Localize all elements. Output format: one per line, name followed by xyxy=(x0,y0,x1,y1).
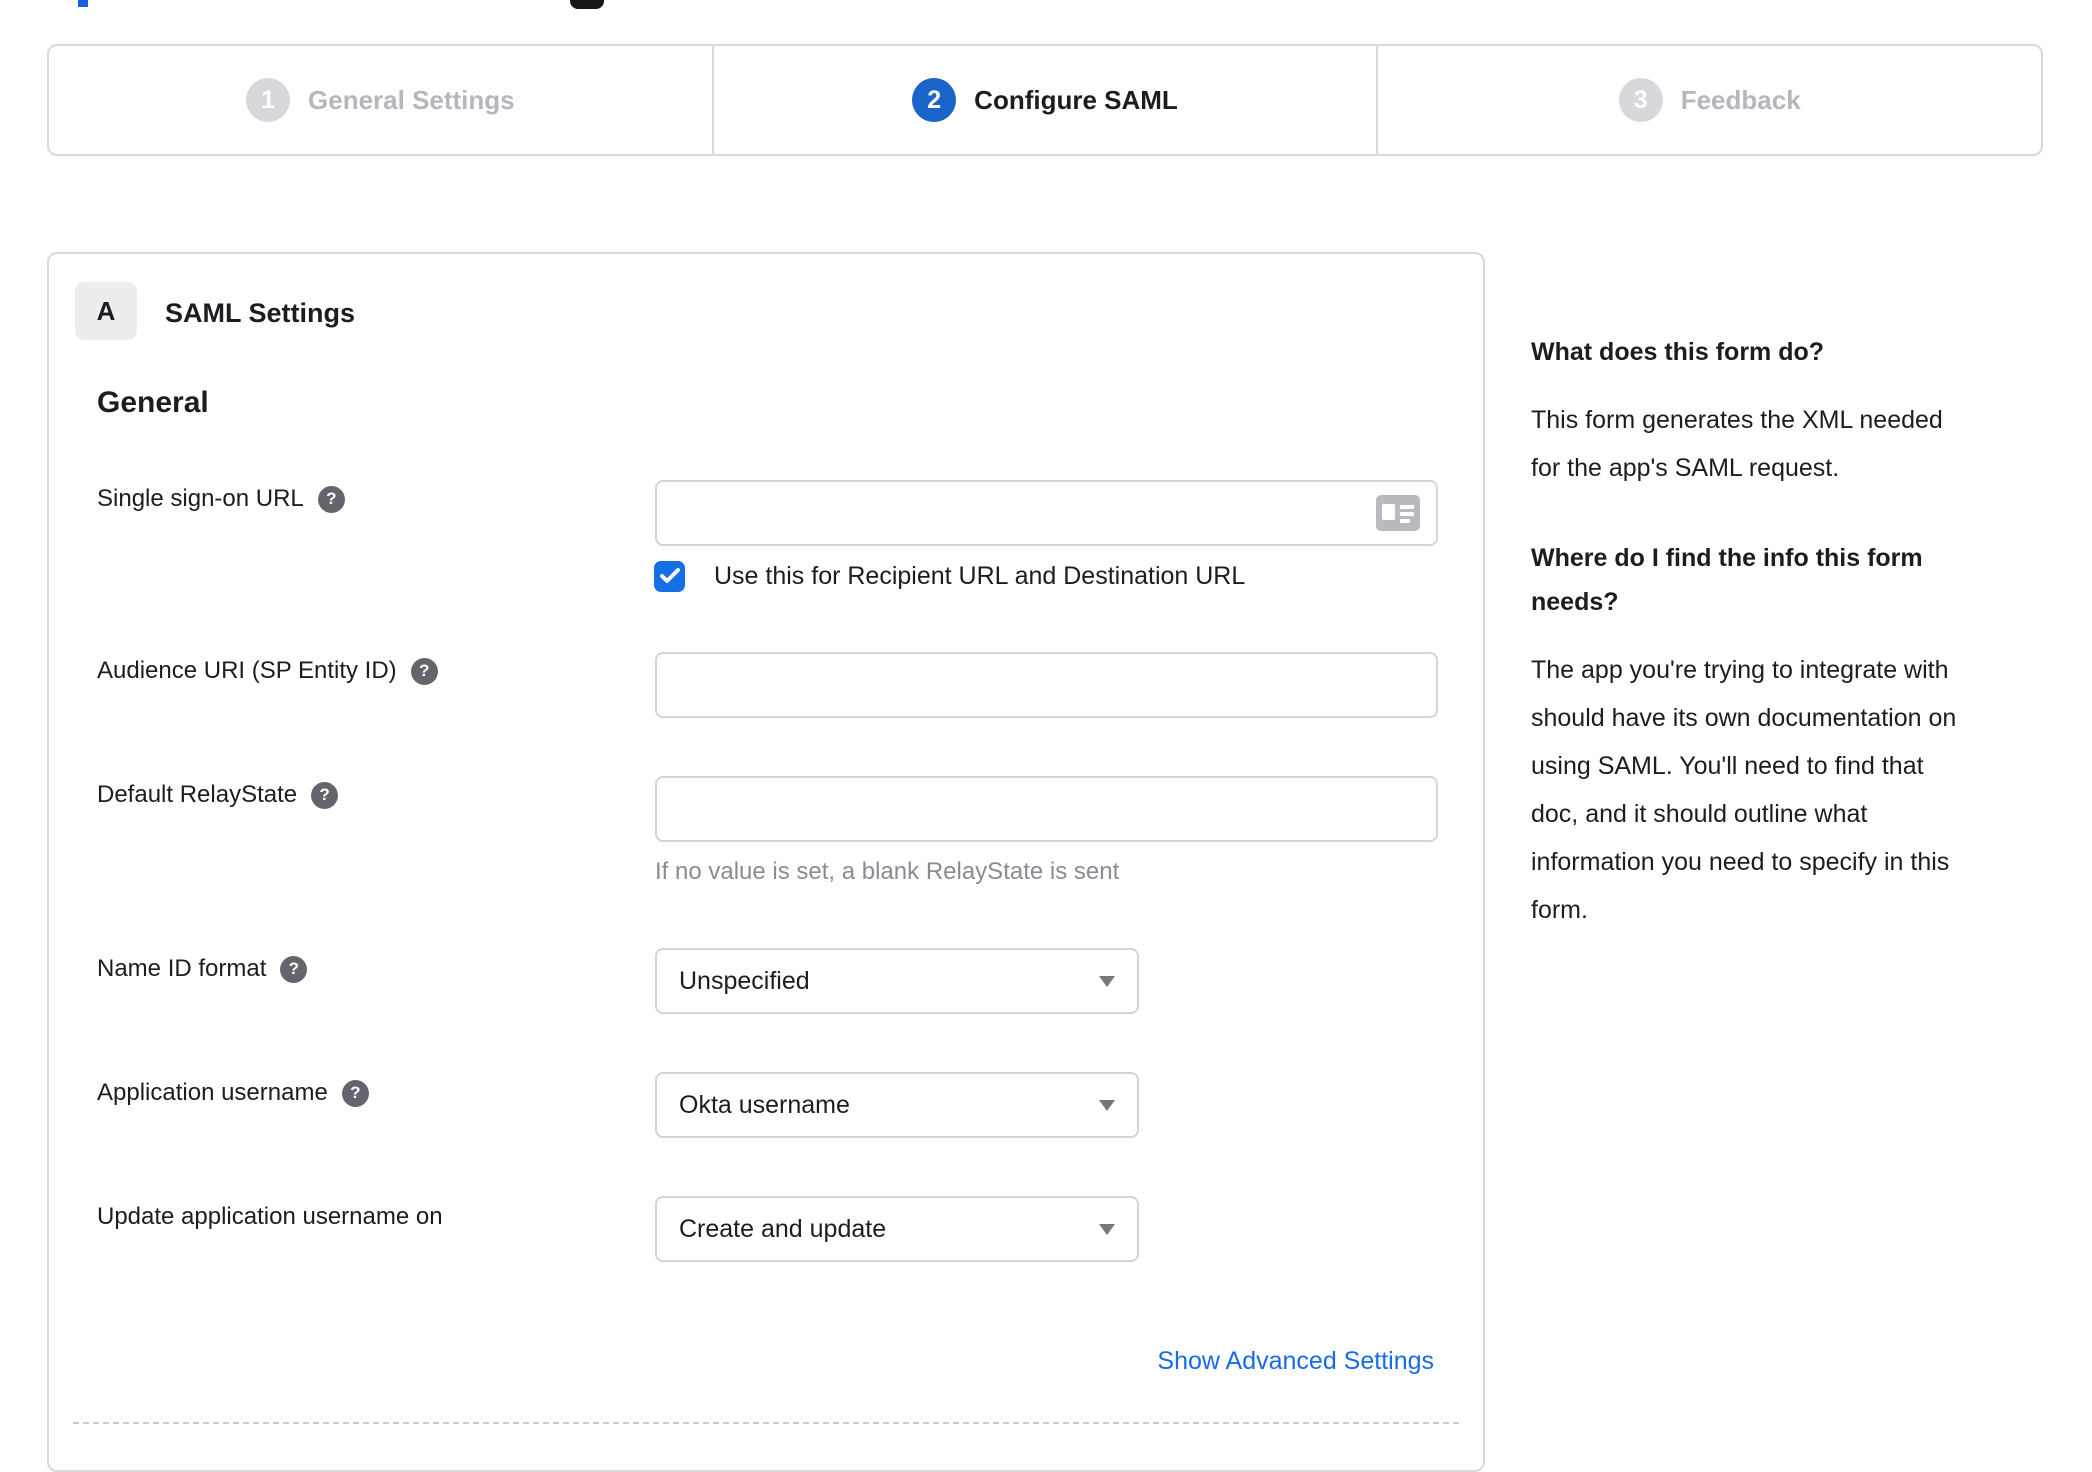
application-username-label-text: Application username xyxy=(97,1079,328,1106)
step-number-badge: 2 xyxy=(912,78,957,122)
step-number-badge: 1 xyxy=(246,78,291,122)
sso-url-input[interactable] xyxy=(657,482,1436,544)
contact-card-icon[interactable] xyxy=(1376,495,1420,531)
audience-uri-label-text: Audience URI (SP Entity ID) xyxy=(97,657,397,684)
relaystate-hint: If no value is set, a blank RelayState i… xyxy=(655,858,1120,885)
section-a-badge: A xyxy=(75,282,137,340)
audience-uri-help-icon[interactable]: ? xyxy=(410,657,438,685)
chevron-down-icon xyxy=(1099,1099,1115,1111)
clipped-blue-fragment xyxy=(78,0,88,7)
stepper-step-general-settings[interactable]: 1 General Settings xyxy=(49,46,712,154)
general-section-heading: General xyxy=(97,386,209,419)
recipient-url-checkbox[interactable] xyxy=(654,560,685,592)
step-label: Feedback xyxy=(1680,84,1801,115)
default-relaystate-input-wrap xyxy=(655,776,1438,842)
update-username-select[interactable]: Create and update xyxy=(655,1196,1139,1262)
name-id-format-label: Name ID format ? xyxy=(97,955,308,983)
step-number-badge: 3 xyxy=(1618,78,1663,122)
wizard-stepper: 1 General Settings 2 Configure SAML 3 Fe… xyxy=(47,44,2043,156)
name-id-format-help-icon[interactable]: ? xyxy=(280,955,308,983)
audience-uri-input-wrap xyxy=(655,652,1438,718)
application-username-help-icon[interactable]: ? xyxy=(341,1079,369,1107)
name-id-format-label-text: Name ID format xyxy=(97,955,267,982)
saml-settings-title: SAML Settings xyxy=(165,298,356,328)
name-id-format-select[interactable]: Unspecified xyxy=(655,948,1139,1014)
sso-url-help-icon[interactable]: ? xyxy=(317,485,345,513)
dashed-section-divider xyxy=(73,1422,1459,1424)
recipient-url-checkbox-row: Use this for Recipient URL and Destinati… xyxy=(654,559,1245,593)
clipped-app-logo-fragment xyxy=(570,0,604,9)
chevron-down-icon xyxy=(1099,1223,1115,1235)
audience-uri-input[interactable] xyxy=(657,654,1436,716)
default-relaystate-help-icon[interactable]: ? xyxy=(311,781,339,809)
help-sidebar: What does this form do? This form genera… xyxy=(1531,330,2047,978)
application-username-label: Application username ? xyxy=(97,1079,369,1107)
sidebar-paragraph-what: This form generates the XML needed for t… xyxy=(1531,406,1943,482)
saml-settings-card: A SAML Settings General Single sign-on U… xyxy=(47,252,1485,1472)
default-relaystate-label-text: Default RelayState xyxy=(97,781,298,808)
default-relaystate-input[interactable] xyxy=(657,778,1436,840)
default-relaystate-label: Default RelayState ? xyxy=(97,781,339,809)
chevron-down-icon xyxy=(1099,975,1115,987)
stepper-step-feedback[interactable]: 3 Feedback xyxy=(1376,46,2041,154)
sso-url-input-wrap xyxy=(655,480,1438,546)
update-username-label: Update application username on xyxy=(97,1203,443,1231)
sso-url-label: Single sign-on URL ? xyxy=(97,485,345,513)
name-id-format-value: Unspecified xyxy=(679,966,810,995)
update-username-label-text: Update application username on xyxy=(97,1203,443,1230)
sidebar-heading-what: What does this form do? xyxy=(1531,338,1825,366)
recipient-url-checkbox-label: Use this for Recipient URL and Destinati… xyxy=(714,561,1246,590)
application-username-value: Okta username xyxy=(679,1090,850,1119)
step-label: General Settings xyxy=(308,84,515,115)
sidebar-heading-where: Where do I find the info this form needs… xyxy=(1531,544,1923,616)
sso-url-label-text: Single sign-on URL xyxy=(97,485,304,512)
stepper-step-configure-saml[interactable]: 2 Configure SAML xyxy=(711,46,1377,154)
step-label: Configure SAML xyxy=(974,84,1178,115)
audience-uri-label: Audience URI (SP Entity ID) ? xyxy=(97,657,438,685)
update-username-value: Create and update xyxy=(679,1214,887,1243)
application-username-select[interactable]: Okta username xyxy=(655,1072,1139,1138)
show-advanced-settings-link[interactable]: Show Advanced Settings xyxy=(1157,1347,1434,1376)
sidebar-paragraph-where: The app you're trying to integrate with … xyxy=(1531,656,1957,924)
